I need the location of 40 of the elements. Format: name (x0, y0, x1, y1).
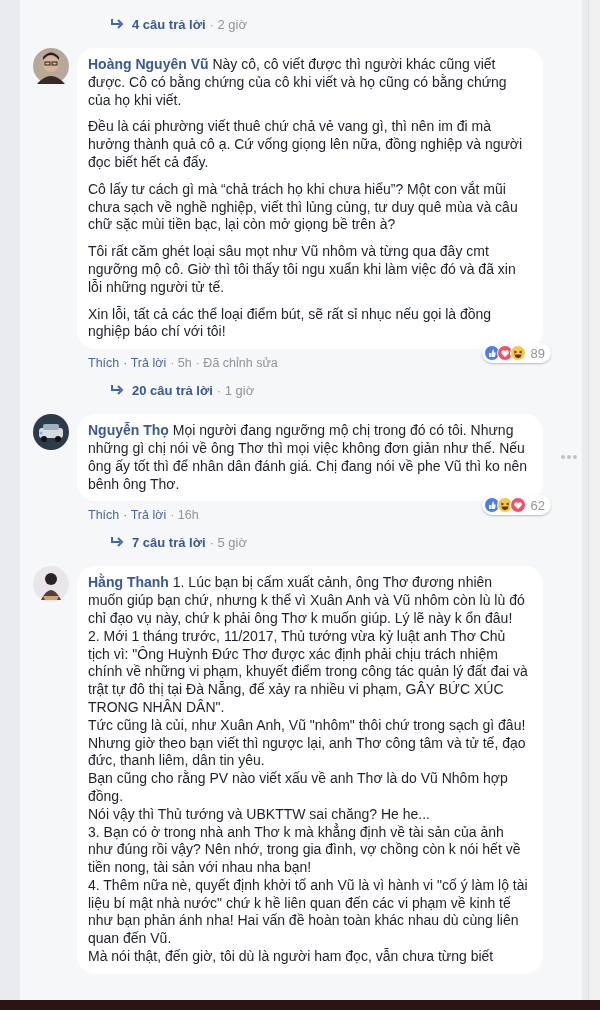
comment-text: Hằng Thanh 1. Lúc bạn bị cấm xuất cảnh, ông Thơ đương nhiên muốn giúp bạn chứ, nhưng k thể vì Xuân Anh và Vũ nhôm còn lù lù đó chỉ đạo vụ này, chứ k phải ông Thơ k muốn giúp. Lý lẽ này k ổn đâu! (88, 574, 526, 628)
replies-link[interactable]: 7 câu trả lời (132, 534, 206, 550)
comment-time[interactable]: · 16h (170, 508, 199, 523)
comment-text: Hoàng Nguyên Vũ Này cô, cô viết được thì người khác cũng viết được. Cô có bằng chứng của cô khi viết và họ cũng có bằng chứng của họ khi viết. (88, 56, 508, 110)
action-link[interactable]: Thích (88, 508, 120, 523)
comment-text: Tức cũng là củi, như Xuân Anh, Vũ "nhôm" thôi chứ trong sạch gì đâu! (88, 716, 527, 735)
action-link[interactable]: Thích (88, 356, 120, 371)
comment-text: 2. Mới 1 tháng trước, 11/2017, Thủ tướng vừa kỷ luật anh Thơ Chủ tịch vì: "Ông Huỳnh Đức Thơ được xác định phải chịu trách nhiệm chính về những vi phạm, khuyết điểm trong công tác quản lý đất đai và trật tự đô thị tại Đà Nẵng, để xảy ra nhiều vi phạm, GÂY BỨC XÚC TRONG NHÂN DÂN". (88, 627, 529, 717)
comment-text: 4. Thêm nữa nè, quyết định khởi tố anh Vũ là vì hành vi "cố ý làm lộ tài liệu bí mật nhà nước" chứ k hề liên quan đến các vi phạm về kinh tế như bạn phản ánh nha! Hai vấn đề hoàn toàn khác nhau dù cùng liên quan đến Vũ. (88, 876, 529, 948)
edited-label[interactable]: · Đã chỉnh sửa (195, 356, 278, 371)
comment-text: Nhưng giờ theo bạn viết thì ngược lại, anh Thơ công tâm và tử tế, đạo đức, thanh liêm, dân tin yêu. (88, 734, 527, 770)
comment-text: Xin lỗi, tất cả các thể loại điểm bút, sẽ rất sỉ nhục nếu gọi là đồng nghiệp báo chí với tôi! (88, 305, 493, 342)
scrollbar[interactable] (588, 0, 600, 1000)
comment-text: Tôi rất căm ghét loại sâu mọt như Vũ nhôm và từng qua đây cmt ngưỡng mộ cô. Giờ thì tôi thấy tôi ngu xuẩn khi làm việc đó và đã xin lỗi những người tử tế. (88, 243, 517, 297)
reply-arrow-icon (110, 536, 124, 549)
comment-text: Đều là cái phường viết thuê chứ chả vẻ vang gì, thì nên im đi mà hưởng thành quả cô ạ. Cứ vống giọng lên nữa, đồng nghiệp và người đọc biết hết cả đấy. (88, 118, 524, 172)
love-reaction-icon (509, 497, 526, 514)
reply-time: · 5 giờ (209, 534, 247, 550)
reaction-summary[interactable]: 62 (481, 495, 551, 516)
author-link[interactable]: Hoàng Nguyên Vũ (88, 56, 209, 72)
comment-text: 3. Bạn có ở trong nhà anh Thơ k mà khẳng định về tài sản của ảnh như đúng rồi vậy? Nên nhớ, trong gia đình, vợ chồng còn k nói hết về tiền nong, tài sản với nhau nha bạn! (88, 823, 522, 877)
author-link[interactable]: Hằng Thanh (88, 574, 169, 591)
comment-text: Nguyễn Thọ Mọi người đang ngưỡng mộ chị trong đó có tôi. Nhưng những gì chị nói về ông Thơ thì mọi việc không đơn giản như thế. Nếu ông ấy tốt thì để nhân dân đánh giá. Chị đang nói về phe Vũ thì ko nên bênh ông Thơ. (88, 422, 528, 494)
comment-time[interactable]: · 5h (170, 356, 192, 371)
comment-text: Mà nói thật, đến giờ, tôi dù là người ham đọc, vẫn chưa từng biết (88, 948, 495, 966)
comment-text: Nói vậy thì Thủ tướng và UBKTTW sai chăng? He he... (88, 805, 431, 823)
replies-link[interactable]: 20 câu trả lời (132, 382, 213, 398)
action-link[interactable]: · Trả lời (123, 356, 167, 371)
comment-text: Bạn cũng cho rằng PV nào viết xấu về anh Thơ là do Vũ Nhôm hợp đồng. (88, 770, 509, 806)
haha-reaction-icon (509, 345, 526, 362)
author-link[interactable]: Nguyễn Thọ (88, 422, 169, 439)
action-link[interactable]: · Trả lời (123, 508, 167, 523)
reply-time: · 1 giờ (216, 382, 255, 398)
reaction-summary[interactable]: 89 (481, 343, 551, 364)
reply-arrow-icon (110, 18, 124, 30)
reply-arrow-icon (110, 384, 124, 397)
reply-time: · 2 giờ (209, 16, 247, 32)
more-options-icon[interactable] (560, 454, 578, 461)
replies-link[interactable]: 4 câu trả lời (132, 16, 206, 32)
comment-text: Cô lấy tư cách gì mà “chả trách họ khi chưa hiểu”? Một con vắt mũi chưa sạch về nghề nghiệp, viết thì lủng củng, tư duy quê mùa và câu chữ sặc mùi tiền bạc, lại còn mở giọng bề trên à? (88, 180, 519, 235)
